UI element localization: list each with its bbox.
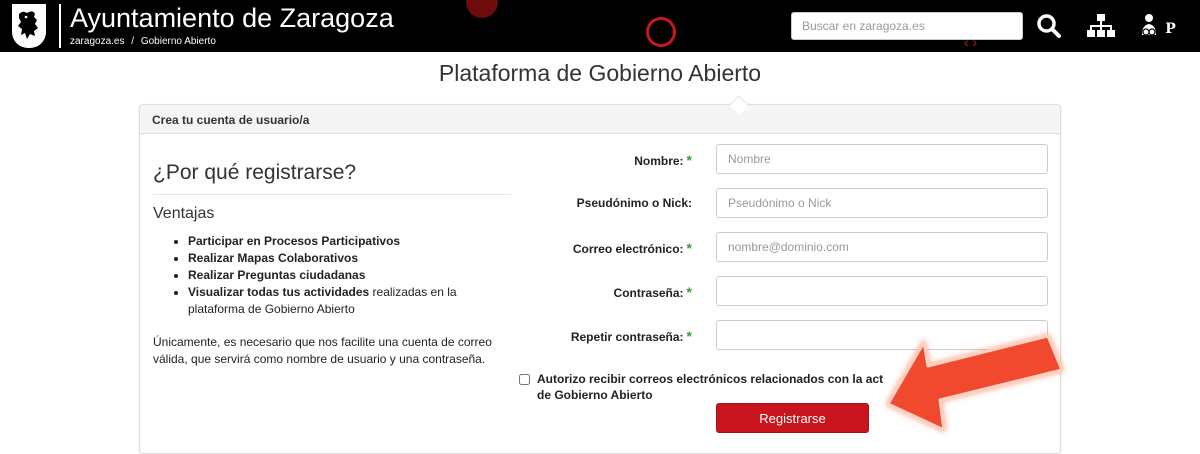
accessibility-button[interactable]: P	[1138, 12, 1178, 40]
form-row-email: Correo electrónico: *	[540, 232, 1050, 262]
city-crest-logo[interactable]	[12, 4, 46, 48]
email-label: Correo electrónico: *	[573, 240, 692, 256]
required-mark: *	[686, 152, 692, 168]
nombre-input[interactable]	[716, 144, 1048, 174]
search-icon	[1037, 14, 1061, 38]
form-row-nick: Pseudónimo o Nick:	[540, 188, 1050, 218]
list-item: Realizar Mapas Colaborativos	[188, 250, 511, 267]
sitemap-icon	[1087, 14, 1115, 37]
accessibility-icon	[1142, 14, 1157, 36]
form-row-password: Contraseña: *	[540, 276, 1050, 306]
page-title: Plataforma de Gobierno Abierto	[438, 60, 762, 86]
field-label-text: Repetir contraseña:	[570, 330, 684, 344]
password-label: Contraseña: *	[614, 284, 692, 300]
search-input[interactable]	[791, 12, 1023, 40]
breadcrumb-separator: /	[131, 36, 135, 47]
consent-checkbox[interactable]	[519, 374, 530, 385]
registration-note: Únicamente, es necesario que nos facilit…	[153, 335, 492, 366]
header-divider	[59, 4, 61, 48]
decorative-circle	[466, 0, 498, 18]
field-label-text: Nombre:	[634, 154, 684, 168]
required-mark: *	[686, 240, 692, 256]
panel-heading: Crea tu cuenta de usuario/a	[140, 105, 1060, 134]
consent-line-1: Autorizo recibir correos electrónicos re…	[537, 372, 884, 386]
required-mark: *	[686, 328, 692, 344]
breadcrumb-current[interactable]: Gobierno Abierto	[141, 36, 216, 47]
register-button[interactable]: Registrarse	[716, 403, 869, 433]
sitemap-button[interactable]	[1086, 12, 1116, 40]
consent-line-2: de Gobierno Abierto	[537, 388, 653, 402]
advantages-title: Ventajas	[153, 205, 215, 222]
nick-label: Pseudónimo o Nick:	[577, 196, 692, 210]
info-column: ¿Por qué registrarse? Ventajas Participa…	[153, 161, 511, 368]
field-label-text: Contraseña:	[613, 286, 684, 300]
field-label-text: Pseudónimo o Nick:	[576, 196, 692, 210]
password-input[interactable]	[716, 276, 1048, 306]
list-item: Realizar Preguntas ciudadanas	[188, 267, 511, 284]
site-title[interactable]: Ayuntamiento de Zaragoza	[70, 2, 394, 34]
breadcrumb: zaragoza.es / Gobierno Abierto	[70, 36, 216, 47]
advantages-list: Participar en Procesos Participativos Re…	[188, 233, 511, 318]
form-row-nombre: Nombre: *	[540, 144, 1050, 174]
why-register-title: ¿Por qué registrarse?	[153, 161, 511, 195]
accessibility-letter: P	[1165, 21, 1176, 37]
consent-row: Autorizo recibir correos electrónicos re…	[519, 371, 899, 403]
nombre-label: Nombre: *	[634, 152, 692, 168]
list-item: Participar en Procesos Participativos	[188, 233, 511, 250]
repeat-password-label: Repetir contraseña: *	[571, 328, 692, 344]
advantage-text: Realizar Preguntas ciudadanas	[188, 268, 366, 282]
email-input[interactable]	[716, 232, 1048, 262]
nick-input[interactable]	[716, 188, 1048, 218]
field-label-text: Correo electrónico:	[572, 242, 684, 256]
list-item: Visualizar todas tus actividades realiza…	[188, 284, 511, 318]
consent-label[interactable]: Autorizo recibir correos electrónicos re…	[537, 371, 899, 403]
search-button[interactable]	[1034, 12, 1064, 40]
top-header: ‹ › Ayuntamiento de Zaragoza zaragoza.es…	[0, 0, 1200, 52]
advantage-text: Participar en Procesos Participativos	[188, 234, 401, 248]
lion-emblem-icon	[18, 11, 38, 40]
required-mark: *	[686, 284, 692, 300]
advantage-text: Realizar Mapas Colaborativos	[188, 251, 359, 265]
callout-arrow-icon	[886, 334, 1064, 432]
decorative-ring	[646, 17, 676, 47]
breadcrumb-home-link[interactable]: zaragoza.es	[70, 36, 124, 47]
advantage-text: Visualizar todas tus actividades	[188, 285, 370, 299]
